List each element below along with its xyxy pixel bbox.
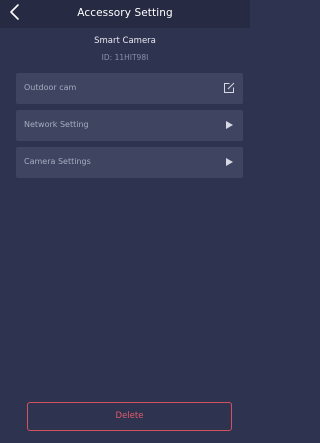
device-name: Smart Camera xyxy=(94,36,156,46)
device-info: Smart Camera ID: 11HIT98I xyxy=(0,36,250,63)
camera-settings-row[interactable]: Camera Settings xyxy=(16,147,243,178)
device-name-row[interactable]: Outdoor cam xyxy=(16,73,243,104)
delete-button[interactable]: Delete xyxy=(27,402,232,431)
row-label: Camera Settings xyxy=(24,157,91,166)
settings-list: Outdoor cam Network Setting Camera Setti… xyxy=(16,73,243,184)
device-id: ID: 11HIT98I xyxy=(101,53,149,62)
row-label: Outdoor cam xyxy=(24,83,77,92)
network-setting-row[interactable]: Network Setting xyxy=(16,110,243,141)
top-bar: Accessory Setting xyxy=(0,0,250,28)
row-label: Network Setting xyxy=(24,120,89,129)
play-right-icon xyxy=(223,119,235,131)
page-title: Accessory Setting xyxy=(77,7,173,19)
edit-icon[interactable] xyxy=(223,82,235,94)
play-right-icon xyxy=(223,156,235,168)
